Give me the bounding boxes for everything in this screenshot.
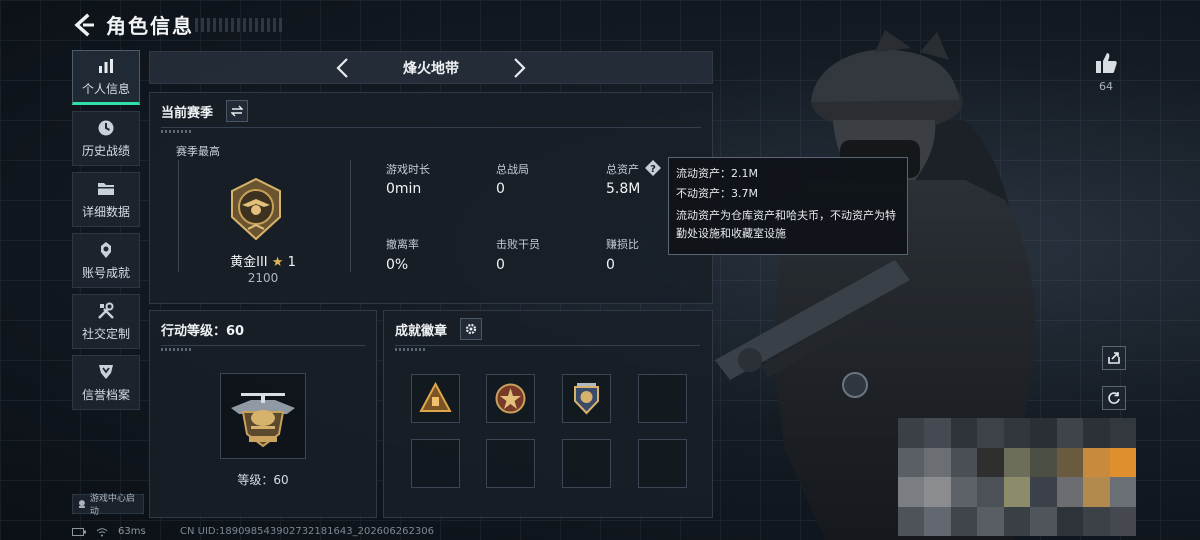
refresh-icon [1108, 392, 1120, 404]
rank-name: 黄金III [230, 255, 268, 270]
sidebar-item-history[interactable]: 历史战绩 [72, 111, 140, 166]
sidebar-item-social[interactable]: 社交定制 [72, 294, 140, 349]
stat-value: 0min [386, 181, 422, 197]
stat-label: 击败干员 [496, 238, 540, 251]
season-best-label: 赛季最高 [176, 145, 220, 158]
ping-value: 63ms [118, 526, 146, 537]
stat-label: 赚损比 [606, 238, 639, 251]
rank-stars: 1 [287, 255, 296, 270]
season-panel: 当前赛季 赛季最高 黄金III ★ 1 2100 游戏时长 0min 总战局 0… [149, 92, 713, 304]
badge-slot[interactable] [486, 374, 535, 423]
shield-icon [99, 365, 113, 379]
wifi-icon [96, 527, 108, 536]
badge-slot-empty[interactable] [486, 439, 535, 488]
sidebar-item-label: 账号成就 [81, 266, 130, 280]
mode-title: 烽火地带 [403, 60, 459, 77]
sidebar-item-label: 历史战绩 [81, 144, 130, 158]
assets-description: 流动资产为仓库资产和哈夫币，不动资产为特勤处设施和收藏室设施 [676, 209, 896, 240]
stat-value: 0 [496, 181, 505, 197]
panel-divider [161, 345, 366, 346]
status-bar: 63ms [72, 526, 146, 537]
panel-divider [395, 345, 700, 346]
panel-divider-tag [161, 130, 191, 133]
likes-count: 64 [1099, 80, 1113, 93]
star-medal-badge-icon [495, 383, 526, 414]
action-level-title: 行动等级：60 [161, 324, 245, 339]
back-icon[interactable] [70, 12, 96, 38]
game-center-launch-badge[interactable]: 游戏中心启动 [72, 494, 144, 517]
sidebar-item-label: 信誉档案 [81, 388, 130, 402]
refresh-button[interactable] [1102, 386, 1126, 410]
sidebar-item-achievements[interactable]: 账号成就 [72, 233, 140, 288]
sidebar-item-label: 个人信息 [81, 82, 130, 96]
badges-title: 成就徽章 [395, 324, 448, 339]
sidebar: 个人信息 历史战绩 详细数据 账号成就 社交定制 信誉档案 [72, 50, 140, 416]
stat-label: 游戏时长 [386, 163, 430, 176]
stat-value: 0 [606, 257, 615, 273]
battery-icon [72, 527, 86, 536]
tools-icon [98, 302, 114, 319]
swap-icon [231, 105, 243, 117]
stat-value: 0% [386, 257, 409, 273]
share-icon [1108, 352, 1120, 364]
panel-divider-tag [395, 348, 425, 351]
user-uid: CN UID:1890985439027321816​43_2026062623… [180, 526, 434, 537]
title-decoration [195, 18, 285, 32]
shield-medal-badge-icon [574, 383, 599, 415]
bar-chart-icon [99, 59, 113, 73]
badge-slot-empty[interactable] [638, 439, 687, 488]
clock-icon [98, 120, 114, 136]
achievement-icon [101, 242, 111, 258]
badges-settings-button[interactable] [460, 318, 482, 340]
sidebar-item-details[interactable]: 详细数据 [72, 172, 140, 227]
sidebar-item-label: 详细数据 [81, 205, 130, 219]
gold-rank-badge-icon [231, 177, 281, 241]
sidebar-item-reputation[interactable]: 信誉档案 [72, 355, 140, 410]
chevron-left-icon [336, 57, 348, 78]
action-level-panel: 行动等级：60 等级：60 [149, 310, 377, 518]
stat-label: 撤离率 [386, 238, 419, 251]
season-switch-button[interactable] [226, 100, 248, 122]
help-icon[interactable]: ? [644, 159, 662, 177]
pixelated-region [898, 418, 1136, 536]
folder-icon [98, 183, 114, 195]
launch-label: 游戏中心启动 [89, 494, 135, 517]
svg-text:?: ? [650, 164, 656, 175]
mode-next-button[interactable] [506, 55, 532, 81]
sidebar-item-profile[interactable]: 个人信息 [72, 50, 140, 105]
stat-value: 0 [496, 257, 505, 273]
season-title: 当前赛季 [161, 106, 214, 121]
panel-divider [161, 127, 701, 128]
fixed-assets: 不动资产：3.7M [676, 187, 758, 200]
assets-tooltip: 流动资产：2.1M 不动资产：3.7M 流动资产为仓库资产和哈夫币，不动资产为特… [668, 157, 908, 255]
helicopter-emblem-icon [231, 393, 295, 448]
mode-prev-button[interactable] [330, 55, 356, 81]
rank-name-row: 黄金III ★ 1 [150, 251, 376, 270]
badge-slot-empty[interactable] [411, 439, 460, 488]
badge-slot-empty[interactable] [562, 439, 611, 488]
level-emblem-frame [220, 373, 306, 459]
badge-slot[interactable] [562, 374, 611, 423]
star-icon: ★ [271, 255, 284, 270]
mode-switcher: 烽火地带 [149, 51, 713, 84]
gear-icon [465, 323, 477, 335]
rank-score: 2100 [247, 271, 279, 285]
badge-slot[interactable] [411, 374, 460, 423]
stat-label: 总资产 [606, 163, 639, 176]
level-label: 等级：60 [237, 473, 289, 487]
stat-label: 总战局 [496, 163, 529, 176]
stat-value: 5.8M [606, 181, 641, 197]
game-center-icon [78, 500, 85, 508]
triangle-badge-icon [419, 381, 452, 412]
page-title: 角色信息 [106, 14, 194, 38]
share-button[interactable] [1102, 346, 1126, 370]
sidebar-item-label: 社交定制 [81, 327, 130, 341]
achievement-badges-panel: 成就徽章 [383, 310, 713, 518]
liquid-assets: 流动资产：2.1M [676, 167, 758, 180]
thumbs-up-icon[interactable] [1093, 50, 1119, 76]
panel-divider-tag [161, 348, 191, 351]
chevron-right-icon [514, 57, 526, 78]
badge-slot-empty[interactable] [638, 374, 687, 423]
